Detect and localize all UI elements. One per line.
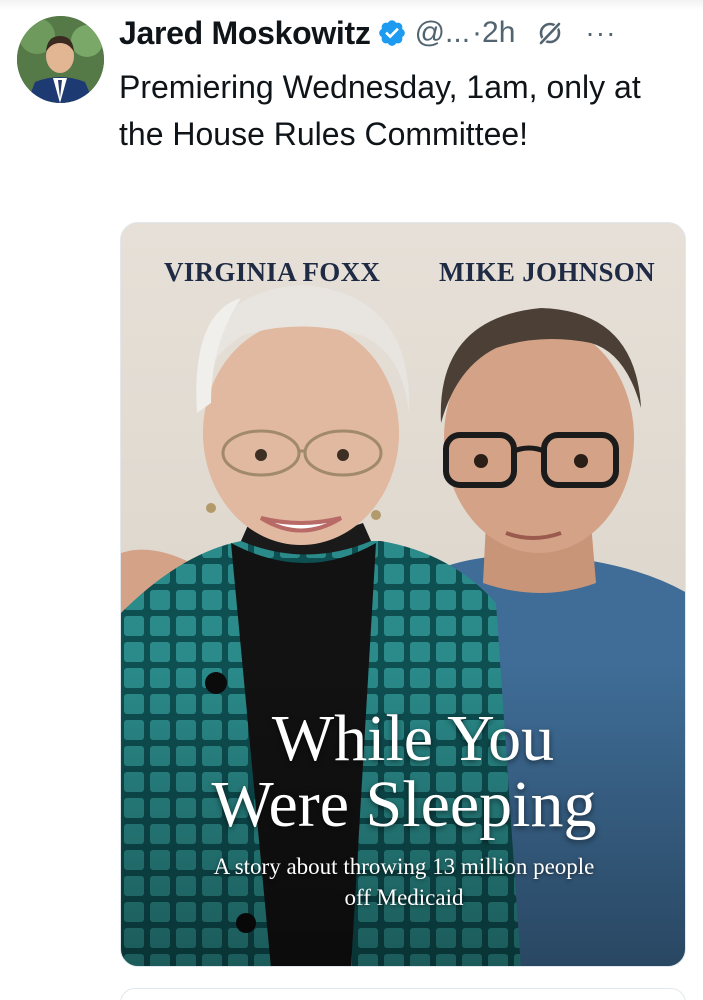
post-text: Premiering Wednesday, 1am, only at the H… xyxy=(119,69,641,152)
cover-author-right: MIKE JOHNSON xyxy=(439,257,655,287)
cover-subtitle-line-1: A story about throwing 13 million people xyxy=(213,854,595,879)
more-icon[interactable]: ··· xyxy=(585,19,616,47)
avatar-portrait xyxy=(17,16,104,103)
cover-subtitle: A story about throwing 13 million people… xyxy=(121,851,685,913)
author-handle[interactable]: @... xyxy=(415,16,470,50)
verified-badge-icon xyxy=(377,18,407,48)
grok-icon[interactable] xyxy=(537,20,563,46)
cover-title-line-1: While You xyxy=(271,702,555,775)
cover-subtitle-line-2: off Medicaid xyxy=(344,885,464,910)
avatar[interactable] xyxy=(17,16,104,103)
timestamp[interactable]: 2h xyxy=(482,16,515,50)
separator: · xyxy=(472,16,483,49)
post-header: Jared Moskowitz @... · 2h ··· xyxy=(119,8,689,58)
tweet-screen: Jared Moskowitz @... · 2h ··· Premiering… xyxy=(0,0,703,1000)
author-name[interactable]: Jared Moskowitz xyxy=(119,15,371,52)
cover-title-line-2: Were Sleeping xyxy=(211,768,597,841)
cover-author-left: VIRGINIA FOXX xyxy=(164,257,381,287)
post-media-image[interactable]: VIRGINIA FOXX MIKE JOHNSON While You Wer… xyxy=(120,222,686,967)
quoted-card-edge[interactable] xyxy=(120,988,686,1000)
